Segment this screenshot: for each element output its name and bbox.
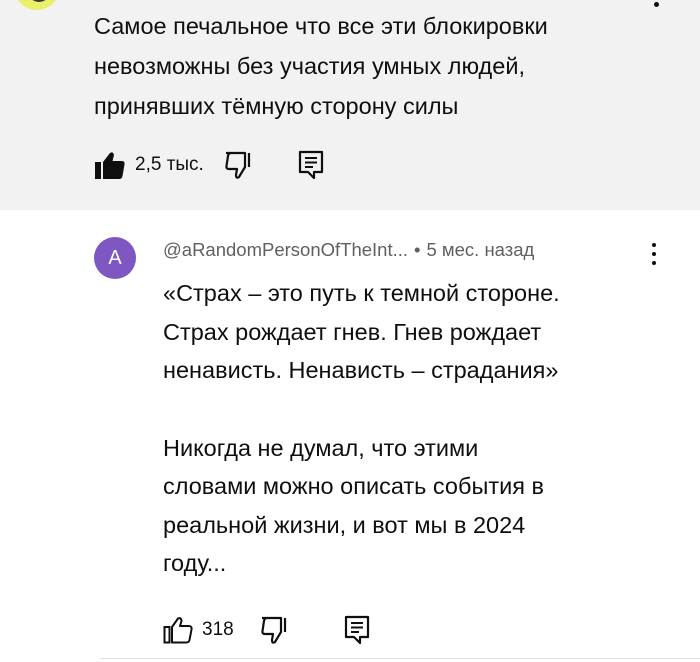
parent-avatar[interactable] bbox=[14, 0, 60, 10]
like-count: 318 bbox=[202, 619, 234, 640]
comment-meta: @aRandomPersonOfTheInt... • 5 мес. назад bbox=[163, 237, 534, 263]
smiley-face-icon bbox=[28, 0, 50, 2]
thumbs-down-icon[interactable] bbox=[224, 151, 254, 179]
parent-comment: Самое печальное что все эти блокировки н… bbox=[0, 0, 700, 210]
comment-line: невозможны без участия умных людей, bbox=[94, 53, 525, 79]
parent-actions: 2,5 тыс. bbox=[94, 148, 324, 182]
comment-line: Никогда не думал, что этими bbox=[163, 434, 479, 461]
comment-line: году... bbox=[163, 550, 227, 576]
reply-icon[interactable] bbox=[298, 150, 324, 180]
comment-line: словами можно описать события в bbox=[163, 473, 544, 499]
reply-comment-text: «Страх – это путь к темной стороне. Стра… bbox=[163, 274, 683, 583]
author-handle[interactable]: @aRandomPersonOfTheInt... bbox=[163, 239, 408, 260]
comment-line: Самое печальное что все эти блокировки bbox=[94, 13, 548, 39]
thumbs-up-filled-icon[interactable] bbox=[94, 150, 126, 180]
comment-line: реальной жизни, и вот мы в 2024 bbox=[163, 511, 526, 538]
comments-screen: Самое печальное что все эти блокировки н… bbox=[0, 0, 700, 662]
comment-line: принявших тёмную сторону силы bbox=[94, 93, 459, 119]
reply-actions: 318 bbox=[163, 613, 370, 647]
comment-time: 5 мес. назад bbox=[426, 239, 535, 260]
comment-line: «Страх – это путь к темной стороне. bbox=[163, 280, 560, 306]
parent-comment-text: Самое печальное что все эти блокировки н… bbox=[94, 6, 654, 126]
thumbs-down-icon[interactable] bbox=[260, 616, 290, 644]
comment-line: ненависть. Ненависть – страдания» bbox=[163, 357, 559, 383]
more-vert-icon[interactable] bbox=[649, 243, 659, 273]
meta-separator: • bbox=[414, 239, 421, 260]
comment-line: Страх рождает гнев. Гнев рождает bbox=[163, 318, 542, 345]
author-avatar[interactable]: A bbox=[94, 237, 136, 279]
more-vert-icon[interactable] bbox=[654, 2, 659, 7]
like-count: 2,5 тыс. bbox=[135, 154, 204, 175]
reply-icon[interactable] bbox=[344, 615, 370, 645]
thumbs-up-outline-icon[interactable] bbox=[163, 616, 193, 644]
divider bbox=[100, 658, 700, 659]
